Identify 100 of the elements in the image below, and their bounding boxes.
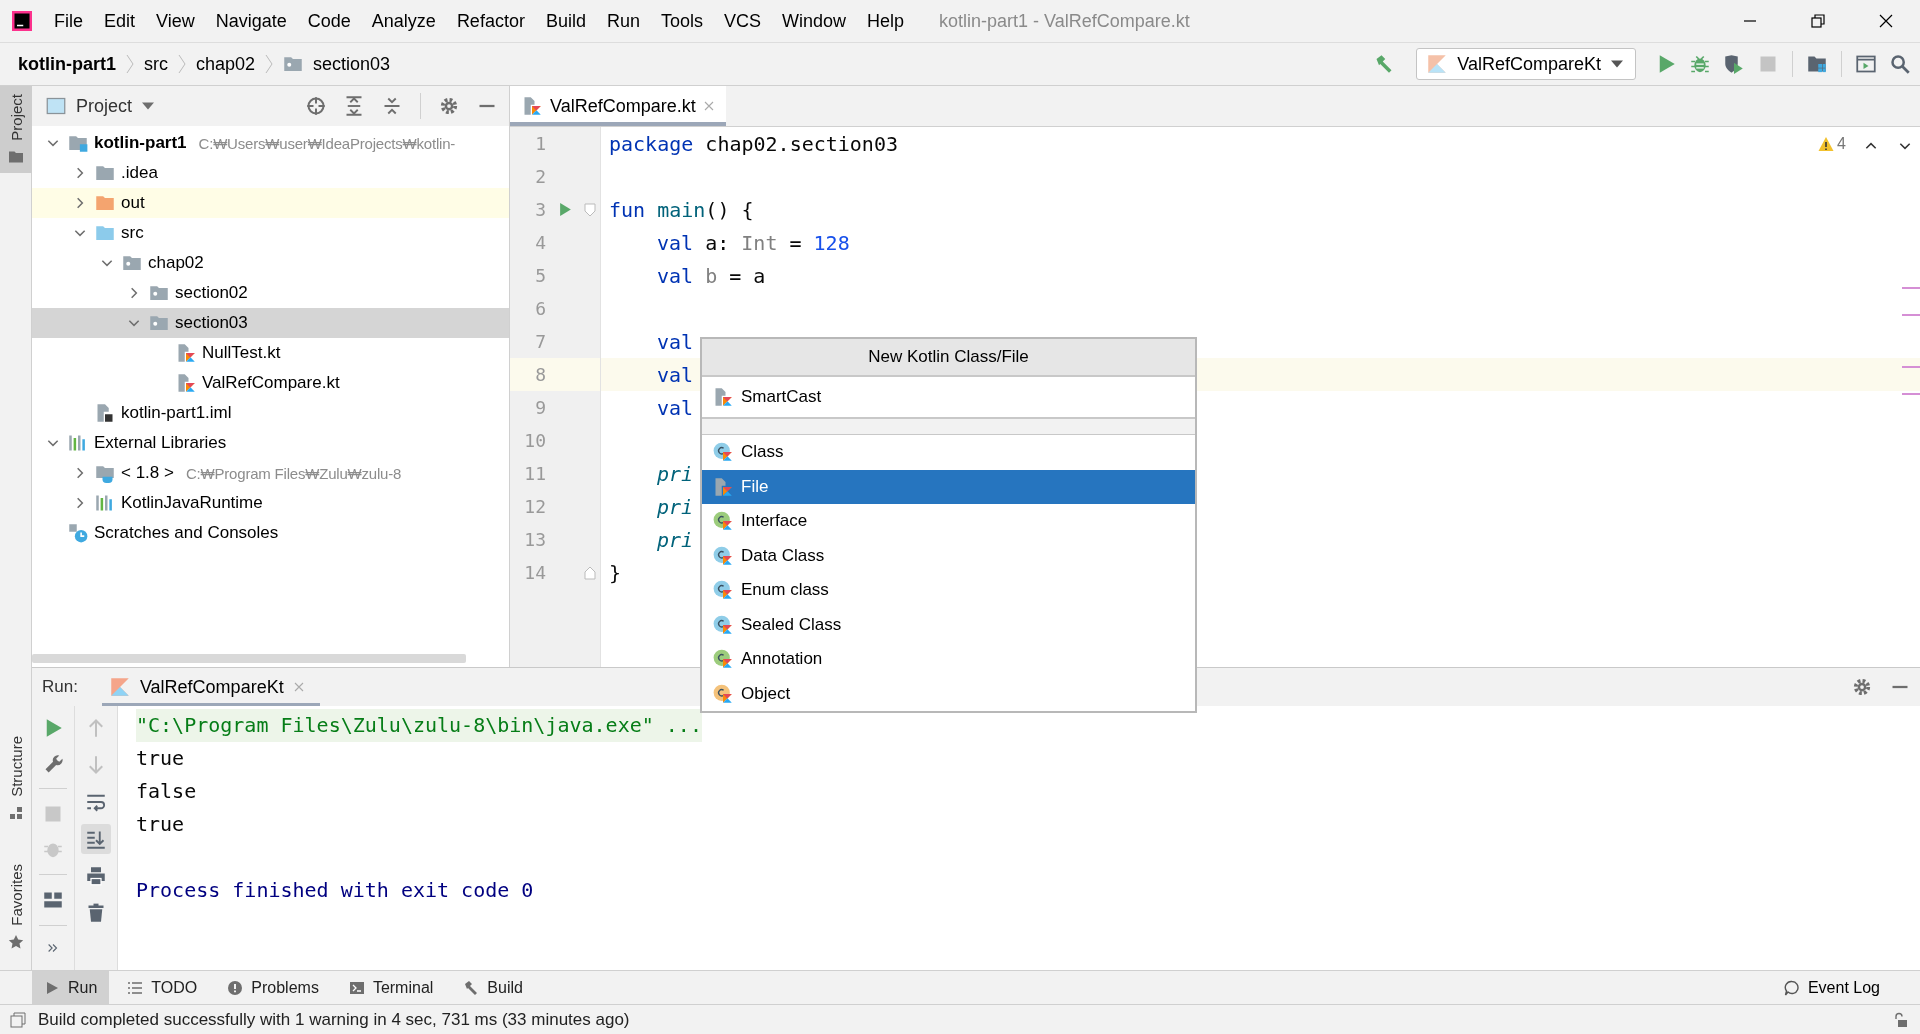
popup-title: New Kotlin Class/File — [702, 339, 1195, 377]
breadcrumb[interactable]: section03 — [313, 53, 391, 75]
tool-window-tab[interactable]: Build — [451, 971, 535, 1004]
panel-title[interactable]: Project — [76, 95, 133, 117]
code-line: } — [609, 560, 622, 585]
tool-window-tab[interactable]: TODO — [115, 971, 210, 1004]
menu-item[interactable]: File — [54, 10, 83, 32]
menu-item[interactable]: View — [156, 10, 195, 32]
warning-count[interactable]: 4 — [1818, 135, 1846, 153]
window-run-icon[interactable] — [1856, 54, 1876, 74]
menu-item[interactable]: Analyze — [371, 10, 436, 32]
popup-item[interactable]: File — [702, 469, 1195, 504]
menu-item[interactable]: Edit — [104, 10, 136, 32]
popup-item[interactable]: SmartCast — [702, 377, 1195, 417]
menu-item[interactable]: Refactor — [456, 10, 525, 32]
console-line: true — [136, 811, 185, 838]
double-chevron-icon[interactable] — [46, 941, 60, 955]
popup-item[interactable]: Enum class — [702, 573, 1195, 608]
structure-icon — [8, 804, 24, 821]
popup-item[interactable]: Data Class — [702, 538, 1195, 573]
tool-window-tab[interactable]: Run — [32, 971, 110, 1004]
settings-icon[interactable] — [1852, 677, 1872, 697]
wrench-icon[interactable] — [43, 753, 63, 773]
run-icon[interactable] — [558, 202, 572, 217]
tree-item[interactable]: section02 — [32, 278, 509, 308]
collapse-all-icon[interactable] — [382, 96, 402, 116]
caret-icon[interactable] — [142, 102, 155, 110]
search-icon[interactable] — [1890, 54, 1910, 74]
code-line: val — [657, 362, 694, 387]
folder-icon — [95, 193, 115, 213]
event-log-button[interactable]: Event Log — [1783, 971, 1920, 1004]
kotlin-icon — [109, 677, 130, 697]
popup-item[interactable]: Class — [702, 435, 1195, 470]
tree-item[interactable]: .idea — [32, 158, 509, 188]
menu-item[interactable]: Build — [545, 10, 586, 32]
editor-tab[interactable]: ValRefCompare.kt — [510, 86, 726, 126]
breadcrumb-separator-icon — [178, 53, 186, 75]
tree-item[interactable]: section03 — [32, 308, 509, 338]
tree-item[interactable]: NullTest.kt — [32, 338, 509, 368]
tree-item[interactable]: Scratches and Consoles — [32, 518, 509, 548]
line-number: 4 — [534, 232, 546, 253]
lock-icon[interactable] — [1892, 1011, 1908, 1028]
kotlin-class-icon — [713, 580, 733, 601]
kotlin-file-icon — [176, 343, 196, 363]
popup-item[interactable]: Annotation — [702, 642, 1195, 677]
line-number: 10 — [523, 430, 546, 451]
tool-window-tab[interactable]: Problems — [215, 971, 331, 1004]
code-line: pri — [657, 527, 694, 552]
side-tab[interactable]: Project — [0, 86, 32, 173]
window-title: kotlin-part1 - ValRefCompare.kt — [939, 10, 1190, 32]
side-tab[interactable]: Favorites — [0, 856, 32, 958]
code-line: pri — [657, 494, 694, 519]
menu-item[interactable]: VCS — [724, 10, 761, 32]
trash-icon[interactable] — [86, 903, 106, 923]
tree-item[interactable]: chap02 — [32, 248, 509, 278]
menu-item[interactable]: Navigate — [215, 10, 287, 32]
menu-item[interactable]: Help — [867, 10, 905, 32]
popup-item[interactable]: Object — [702, 676, 1195, 711]
console-line: false — [136, 778, 197, 805]
bug-icon[interactable] — [1690, 54, 1710, 74]
settings-icon[interactable] — [439, 96, 459, 116]
app-logo — [12, 11, 32, 31]
panel-toggle-icon[interactable] — [10, 1011, 26, 1028]
menu-item[interactable]: Code — [307, 10, 351, 32]
menu-item[interactable]: Window — [782, 10, 847, 32]
tree-item[interactable]: src — [32, 218, 509, 248]
scroll-to-end-icon[interactable] — [81, 824, 111, 854]
tree-item[interactable]: KotlinJavaRuntime — [32, 488, 509, 518]
tree-item[interactable]: External Libraries — [32, 428, 509, 458]
soft-wrap-icon[interactable] — [86, 792, 106, 812]
breadcrumb[interactable]: kotlin-part1 — [18, 53, 116, 75]
package-icon — [149, 313, 169, 333]
tree-item[interactable]: kotlin-part1.iml — [32, 398, 509, 428]
library-icon — [95, 493, 115, 513]
tree-item[interactable]: kotlin-part1 C:₩Users₩user₩IdeaProjects₩kotlin- — [32, 128, 509, 158]
menu-item[interactable]: Run — [606, 10, 640, 32]
layout-icon[interactable] — [43, 890, 63, 910]
line-number: 5 — [534, 265, 546, 286]
tool-window-tab[interactable]: Terminal — [336, 971, 446, 1004]
print-icon[interactable] — [86, 866, 106, 886]
popup-item[interactable]: Sealed Class — [702, 607, 1195, 642]
run-configuration-dropdown[interactable]: ValRefCompareKt — [1416, 48, 1636, 80]
scrollbar[interactable] — [32, 654, 466, 663]
kotlin-file-icon — [522, 96, 542, 116]
breadcrumb[interactable]: src — [144, 53, 168, 75]
star-icon — [8, 933, 24, 950]
side-tab[interactable]: Structure — [0, 728, 32, 829]
expand-all-icon[interactable] — [344, 96, 364, 116]
run-config-tab[interactable]: ValRefCompareKt — [101, 668, 320, 706]
tree-item[interactable]: < 1.8 > C:₩Program Files₩Zulu₩zulu-8 — [32, 458, 509, 488]
shield-run-icon[interactable] — [1724, 54, 1744, 74]
menu-item[interactable]: Tools — [660, 10, 703, 32]
project-folder-icon — [68, 133, 88, 153]
crosshair-icon[interactable] — [306, 96, 326, 116]
breadcrumb[interactable]: chap02 — [196, 53, 256, 75]
folder-grid-icon[interactable] — [1807, 54, 1827, 74]
tree-item[interactable]: out — [32, 188, 509, 218]
package-icon — [122, 253, 142, 273]
popup-item[interactable]: Interface — [702, 504, 1195, 539]
tree-item[interactable]: ValRefCompare.kt — [32, 368, 509, 398]
